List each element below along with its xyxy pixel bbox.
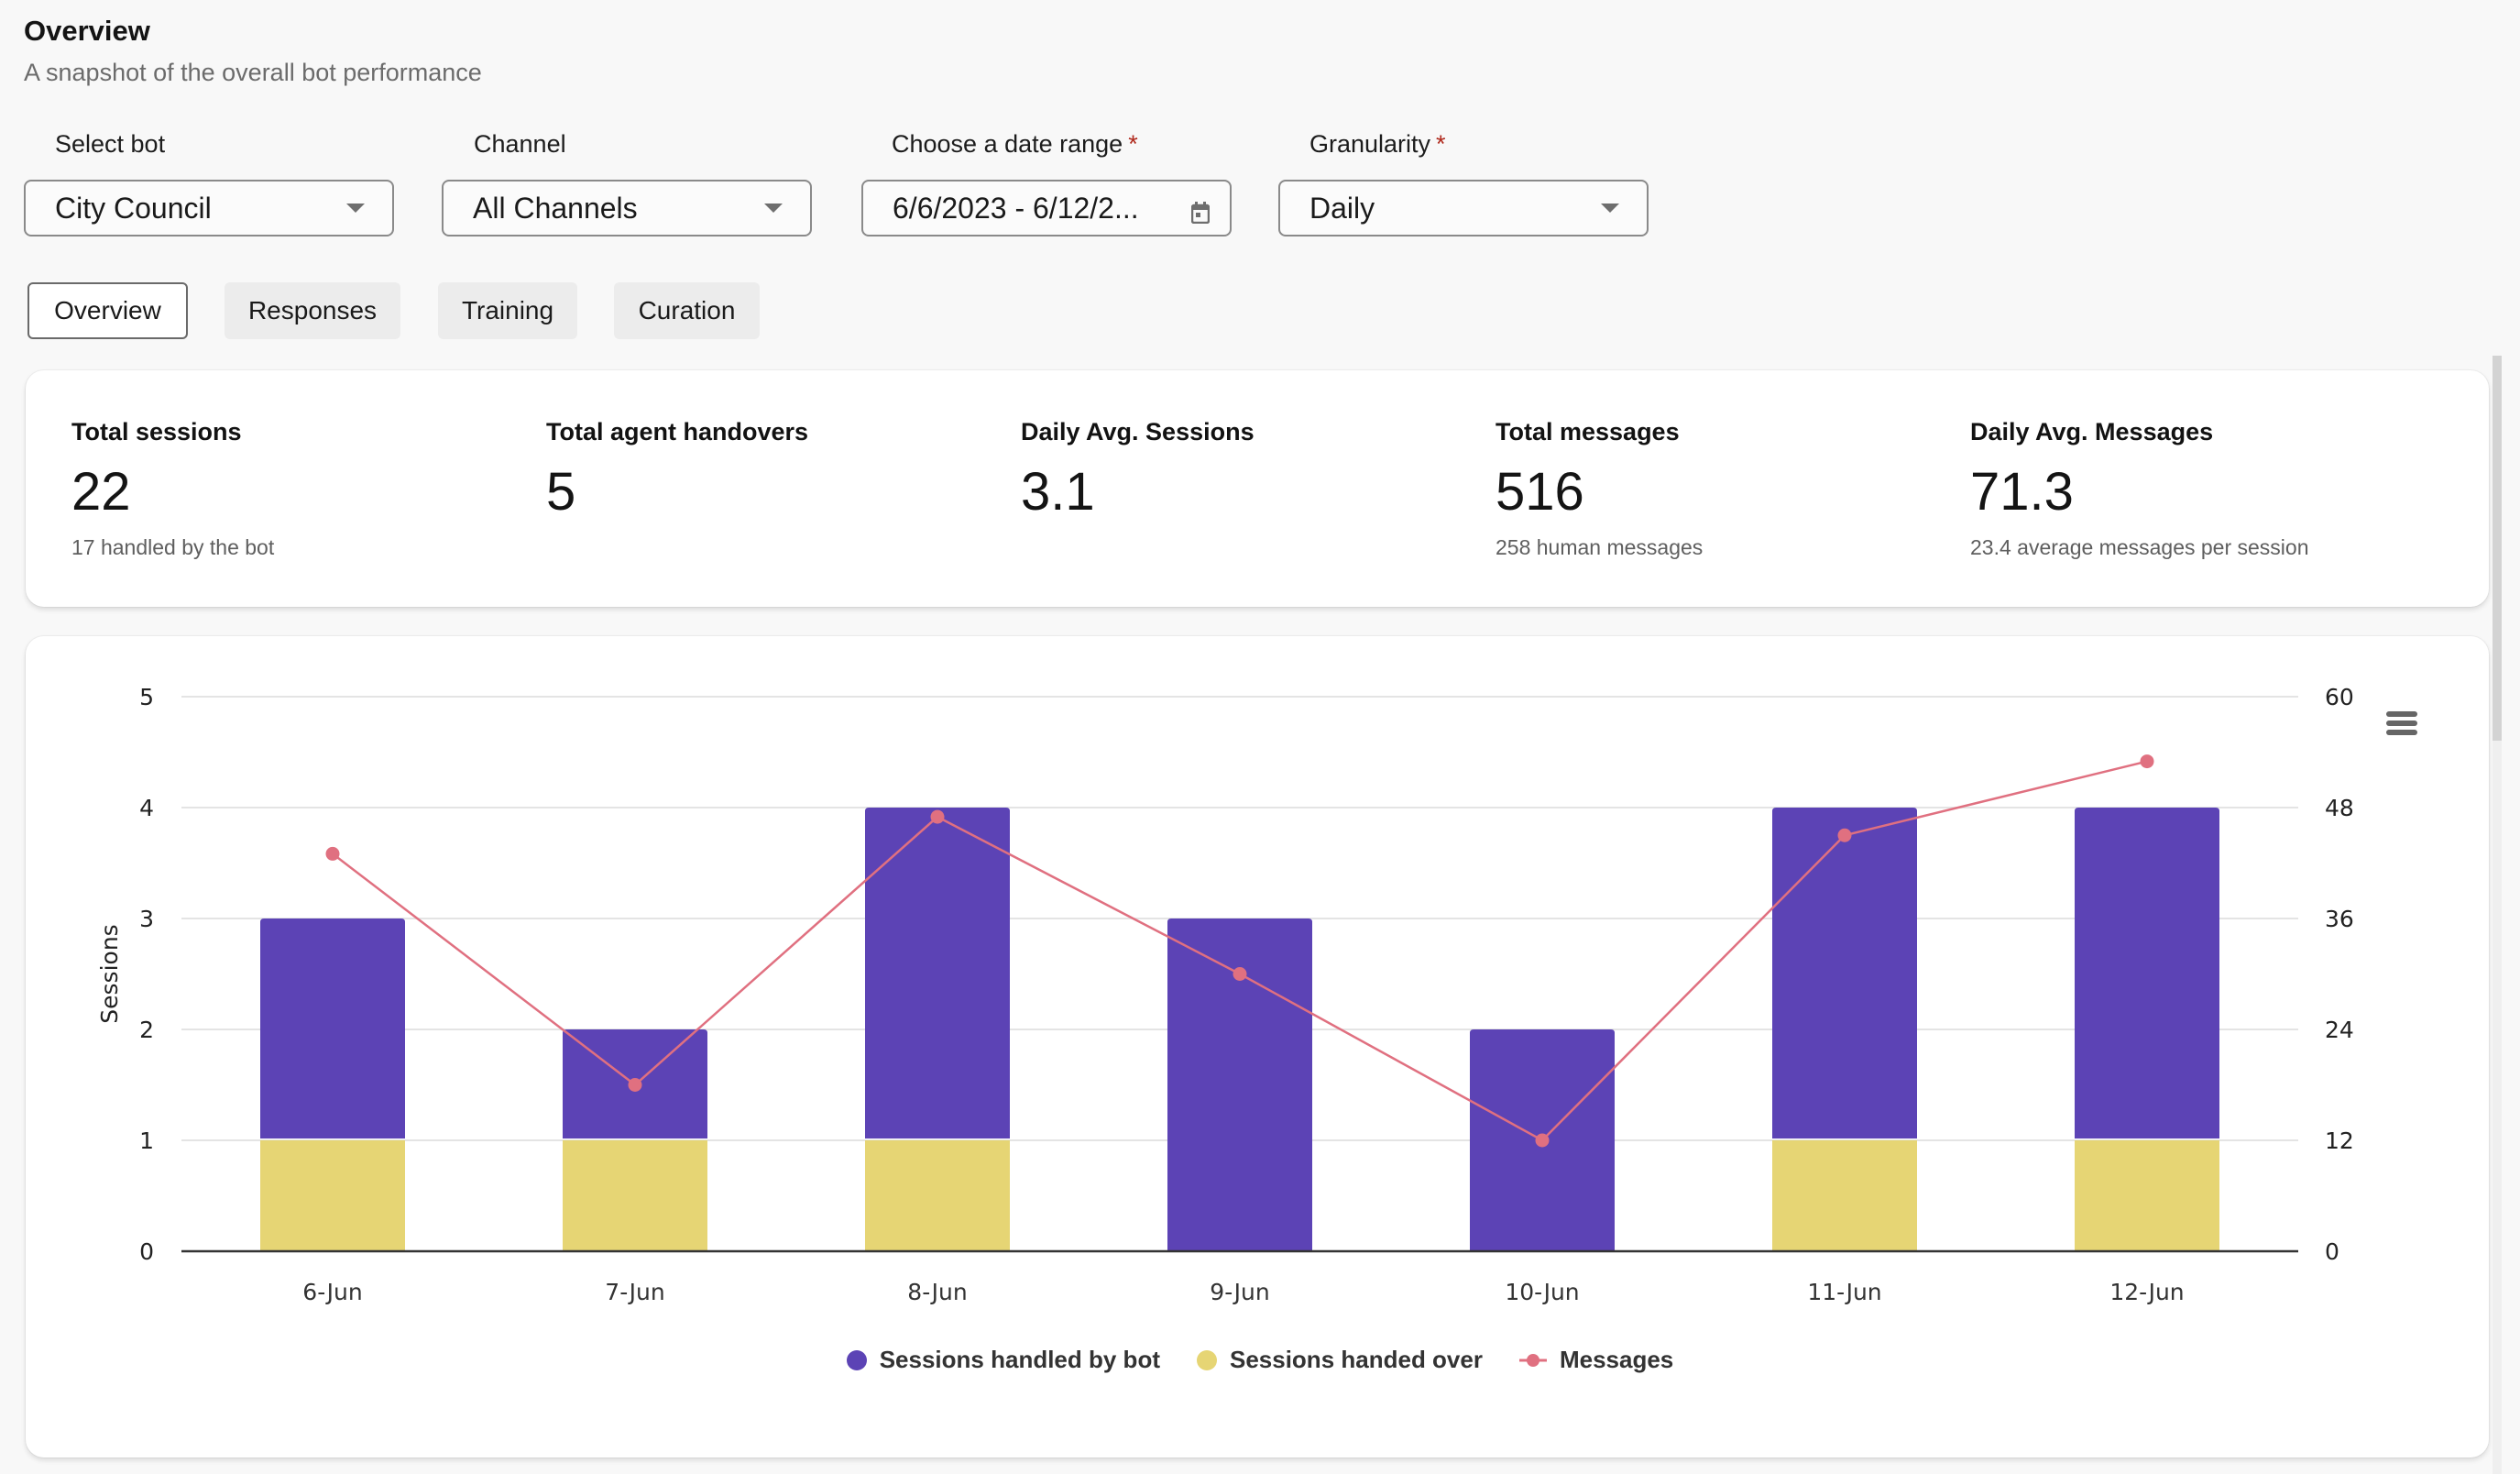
x-tick-label: 12-Jun (2109, 1279, 2184, 1305)
legend-item-handover[interactable]: Sessions handed over (1196, 1346, 1483, 1374)
point-messages (325, 846, 340, 861)
point-messages (1837, 828, 1852, 842)
x-tick-label: 7-Jun (605, 1279, 664, 1305)
bar-sessions-handed-over (2075, 1140, 2219, 1251)
y-left-tick-label: 4 (139, 795, 154, 821)
y-right-tick-label: 12 (2325, 1128, 2354, 1154)
x-tick-label: 11-Jun (1807, 1279, 1881, 1305)
bar-sessions-handled-by-bot (260, 918, 405, 1138)
legend-label: Sessions handed over (1229, 1346, 1483, 1373)
bar-sessions-handled-by-bot (865, 808, 1010, 1138)
point-messages (2140, 754, 2154, 769)
x-tick-label: 9-Jun (1210, 1279, 1269, 1305)
point-messages (1233, 967, 1247, 981)
legend-swatch-bot (846, 1349, 867, 1370)
sessions-messages-chart: 01234501224364860Sessions6-Jun 7-Jun 8-Jun… (96, 684, 2354, 1305)
bar-sessions-handled-by-bot (2075, 808, 2219, 1138)
y-right-tick-label: 24 (2325, 1017, 2354, 1043)
legend-item-messages[interactable]: Messages (1518, 1346, 1674, 1374)
y-right-tick-label: 60 (2325, 684, 2354, 710)
y-left-tick-label: 1 (139, 1128, 154, 1154)
point-messages (1535, 1133, 1550, 1148)
point-messages (628, 1078, 642, 1092)
legend-label: Messages (1559, 1346, 1674, 1373)
chart-menu-icon[interactable] (2386, 711, 2417, 739)
y-left-tick-label: 3 (139, 906, 154, 932)
x-tick-label: 10-Jun (1505, 1279, 1579, 1305)
bar-sessions-handed-over (260, 1140, 405, 1251)
point-messages (930, 809, 945, 824)
bar-sessions-handed-over (865, 1140, 1010, 1251)
legend-item-bot[interactable]: Sessions handled by bot (846, 1346, 1160, 1374)
legend-swatch-messages (1518, 1353, 1547, 1367)
y-axis-title: Sessions (96, 924, 123, 1023)
y-left-tick-label: 2 (139, 1017, 154, 1043)
x-tick-label: 6-Jun (302, 1279, 362, 1305)
legend-label: Sessions handled by bot (879, 1346, 1160, 1373)
y-right-tick-label: 0 (2325, 1238, 2339, 1265)
chart-legend: Sessions handled by bot Sessions handed … (0, 1346, 2520, 1374)
y-left-tick-label: 0 (139, 1238, 154, 1265)
y-right-tick-label: 48 (2325, 795, 2354, 821)
y-right-tick-label: 36 (2325, 906, 2354, 932)
y-left-tick-label: 5 (139, 684, 154, 710)
scrollbar-thumb[interactable] (2493, 356, 2502, 741)
legend-swatch-handover (1196, 1349, 1217, 1370)
x-tick-label: 8-Jun (907, 1279, 967, 1305)
bar-sessions-handed-over (1772, 1140, 1917, 1251)
bar-sessions-handed-over (563, 1140, 707, 1251)
bar-sessions-handled-by-bot (1772, 808, 1917, 1138)
